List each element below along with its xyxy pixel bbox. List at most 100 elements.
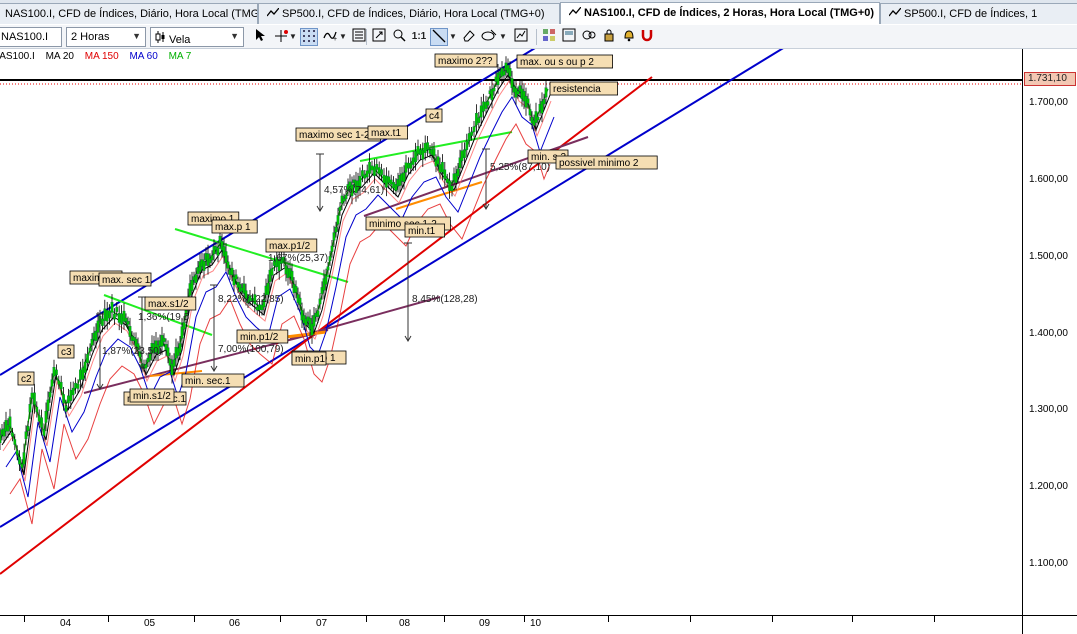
time-gridmark — [24, 616, 25, 622]
candle-body — [128, 325, 132, 337]
candle-body — [126, 321, 130, 325]
layout-icon[interactable] — [540, 28, 558, 46]
candle-body — [22, 452, 26, 465]
chevron-down-icon[interactable]: ▼ — [448, 28, 458, 46]
zoom-fit-icon[interactable] — [370, 28, 388, 46]
candle-body — [332, 232, 336, 241]
draw-tool-icon[interactable] — [480, 28, 498, 46]
current-price-tag: 1.731,10 — [1024, 72, 1076, 86]
legend-ma60[interactable]: MA 60 — [129, 51, 157, 62]
period-sep-icon[interactable] — [580, 28, 598, 46]
chart-type-select[interactable]: Vela ▼ — [150, 27, 244, 47]
time-tick: 09 — [479, 618, 491, 629]
time-gridmark — [194, 616, 195, 622]
tab-sp500-daily[interactable]: SP500.I, CFD de Índices, Diário, Hora Lo… — [258, 3, 560, 24]
candle-body — [380, 169, 383, 175]
price-tick: 1.700,00 — [1029, 97, 1068, 108]
candle-body — [79, 369, 82, 380]
candle-body — [24, 431, 28, 439]
label-resistencia: resistencia — [553, 84, 601, 95]
zoom-ratio-button[interactable]: 1:1 — [410, 28, 428, 46]
candle-body — [62, 394, 65, 404]
lock-icon[interactable] — [600, 28, 618, 46]
candle-body — [255, 306, 259, 311]
candle-body — [404, 162, 408, 173]
candle-body — [377, 167, 381, 174]
measure-text-2: 1,87%(23,50) — [102, 346, 162, 357]
candle-body — [76, 384, 80, 389]
candle-body — [294, 286, 298, 293]
candle-body — [55, 369, 58, 376]
candle-body — [402, 172, 406, 182]
candle-body — [526, 98, 530, 104]
candle-body — [312, 315, 316, 327]
time-axis[interactable]: 04 05 06 07 08 09 10 — [0, 615, 1022, 634]
timeframe-select[interactable]: 2 Horas ▼ — [66, 27, 146, 47]
chart-canvas: c2c3c4maximo sec 1max. sec 1max.s1/2maxi… — [0, 44, 1022, 575]
candle-body — [18, 456, 21, 465]
candle-body — [210, 255, 214, 261]
candle-body — [475, 112, 478, 126]
magnet-icon[interactable] — [638, 28, 656, 46]
measure-text-6: 4,57%(74,61) — [324, 185, 384, 196]
label-max-t1: max.t1 — [371, 128, 401, 139]
candle-body — [101, 318, 104, 326]
trend-line-icon[interactable] — [430, 28, 448, 46]
candle-body — [28, 404, 32, 413]
grid-icon[interactable] — [300, 28, 318, 46]
measure-text-4: 7,00%(100,79) — [218, 344, 284, 355]
price-tick: 1.100,00 — [1029, 558, 1068, 569]
legend-ma20[interactable]: MA 20 — [46, 51, 74, 62]
candle-body — [441, 161, 444, 173]
candle-body — [448, 180, 451, 191]
chart-properties-icon[interactable] — [512, 28, 530, 46]
chevron-down-icon[interactable]: ▼ — [498, 28, 508, 46]
candle-body — [144, 364, 148, 369]
candle-body — [15, 450, 19, 456]
axis-corner — [1022, 615, 1077, 634]
time-gridmark — [690, 616, 691, 622]
svg-text:+: + — [333, 36, 337, 42]
eraser-icon[interactable] — [460, 28, 478, 46]
price-chart[interactable]: c2c3c4maximo sec 1max. sec 1max.s1/2maxi… — [0, 44, 1022, 615]
upper-channel-line — [0, 44, 541, 376]
candle-body — [162, 337, 166, 342]
legend-ma7[interactable]: MA 7 — [169, 51, 192, 62]
tab-nas100-daily[interactable]: NAS100.I, CFD de Índices, Diário, Hora L… — [0, 3, 258, 24]
chart-type-value: Vela — [169, 34, 191, 46]
label-maximo-sec12: maximo sec 1-2 — [299, 130, 370, 141]
measure-text-3: 8,22%(122,85) — [218, 294, 284, 305]
alert-bell-icon[interactable] — [620, 28, 638, 46]
symbol-combo[interactable]: NAS100.I — [0, 27, 62, 47]
tab-label: SP500.I, CFD de Índices, 1 — [904, 8, 1038, 20]
candle-body — [88, 347, 92, 352]
candle-body — [423, 143, 427, 153]
template-icon[interactable] — [560, 28, 578, 46]
candle-body — [432, 148, 436, 156]
tab-nas100-2h[interactable]: NAS100.I, CFD de Índices, 2 Horas, Hora … — [560, 2, 880, 24]
chevron-down-icon[interactable]: ▼ — [288, 28, 298, 46]
chart-line-icon — [568, 6, 582, 17]
chevron-down-icon[interactable]: ▼ — [338, 28, 348, 46]
candle-body — [266, 282, 270, 295]
label-min-p1: min.p1 — [295, 354, 325, 365]
cursor-arrow-icon[interactable] — [252, 28, 270, 46]
candle-body — [30, 392, 34, 399]
label-possivel-minimo2: possivel minimo 2 — [559, 158, 639, 169]
legend-ma150[interactable]: MA 150 — [85, 51, 119, 62]
price-axis[interactable]: 1.731,10 1.700,00 1.600,00 1.500,00 1.40… — [1022, 49, 1077, 615]
candle-body — [37, 415, 41, 422]
candle-body — [194, 274, 198, 283]
price-tick: 1.200,00 — [1029, 481, 1068, 492]
toolbar-separator — [366, 29, 367, 45]
candle-body — [103, 308, 107, 321]
time-gridmark — [366, 616, 367, 622]
symbol-value: NAS100.I — [1, 31, 49, 43]
price-tick: 1.300,00 — [1029, 404, 1068, 415]
candle-body — [115, 307, 119, 312]
zoom-select-icon[interactable] — [390, 28, 408, 46]
time-tick: 10 — [530, 618, 542, 629]
tab-label: SP500.I, CFD de Índices, Diário, Hora Lo… — [282, 8, 545, 20]
candle-body — [270, 268, 274, 276]
tab-sp500-partial[interactable]: SP500.I, CFD de Índices, 1 — [880, 3, 1077, 24]
